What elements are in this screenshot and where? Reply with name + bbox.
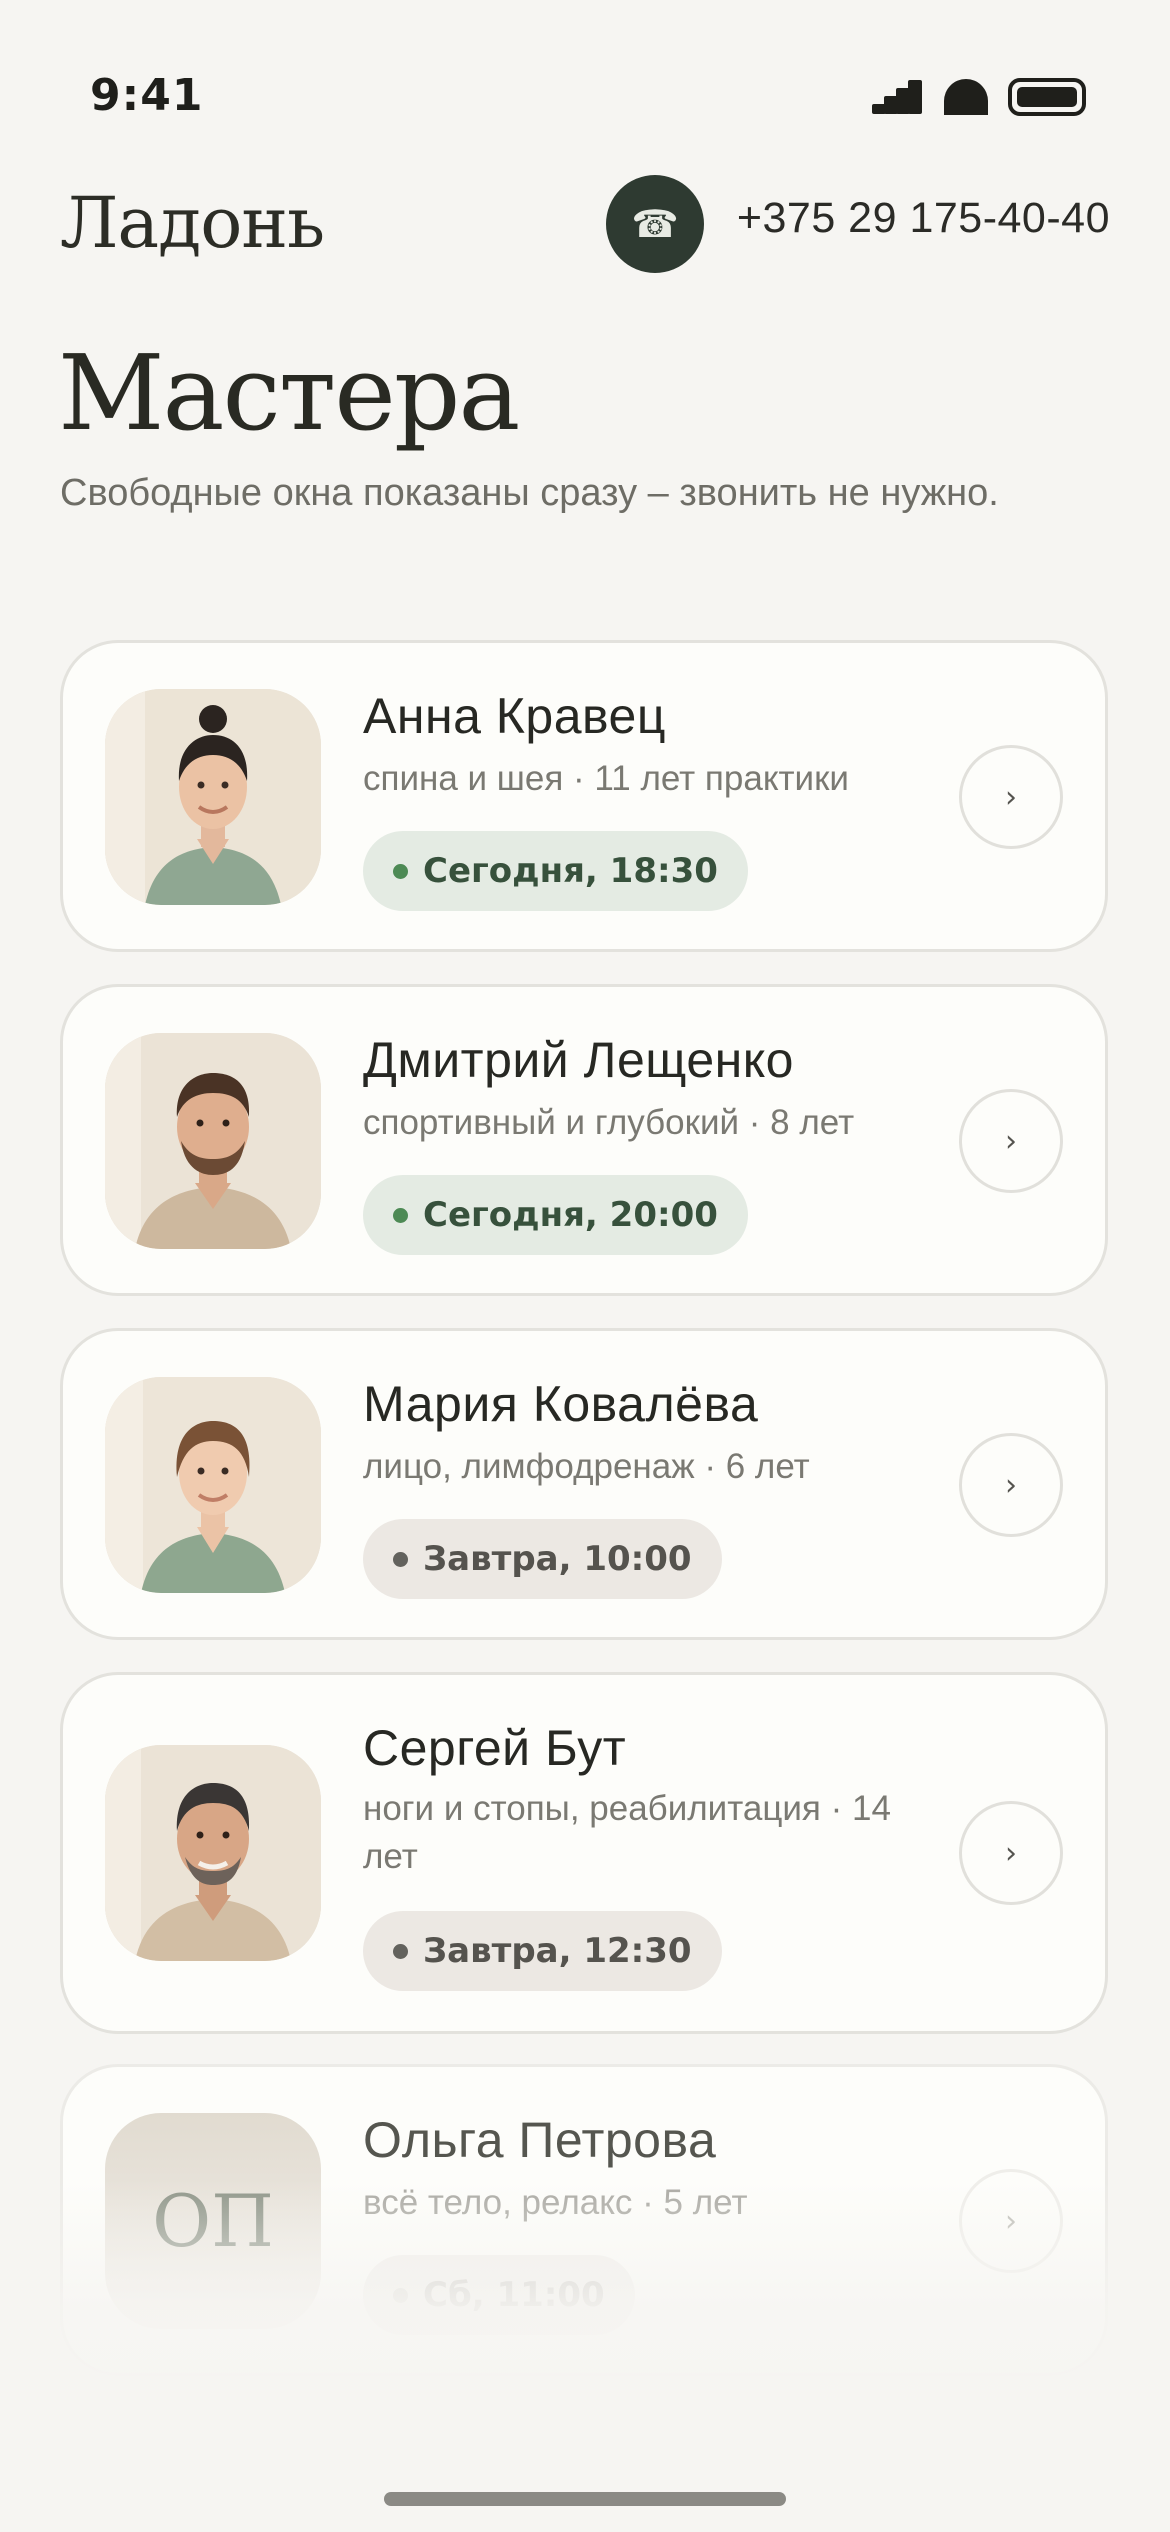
open-master-button[interactable]: › [959, 745, 1063, 849]
free-slot-label: Завтра, 12:30 [423, 1931, 692, 1971]
master-specialty: спортивный и глубокий · 8 лет [363, 1103, 855, 1142]
master-name: Ольга Петрова [363, 2112, 717, 2168]
battery-icon [1008, 78, 1086, 116]
master-specialty: лицо, лимфодренаж · 6 лет [363, 1447, 810, 1486]
chevron-right-icon: › [1005, 1467, 1017, 1503]
open-master-button[interactable]: › [959, 1433, 1063, 1537]
master-name: Мария Ковалёва [363, 1376, 759, 1432]
free-slot-label: Завтра, 10:00 [423, 1539, 692, 1579]
master-specialty: спина и шея · 11 лет практики [363, 759, 849, 798]
master-card[interactable]: Дмитрий Лещенко спортивный и глубокий · … [60, 984, 1108, 1296]
master-initials-avatar: ОП [105, 2113, 321, 2329]
status-icons [872, 78, 1086, 116]
master-name: Анна Кравец [363, 688, 666, 744]
availability-dot-icon [393, 1208, 408, 1223]
master-card[interactable]: Сергей Бут ноги и стопы, реабилитация · … [60, 1672, 1108, 2034]
free-slot-badge[interactable]: Завтра, 12:30 [363, 1911, 722, 1991]
brand-logo: Ладонь [60, 182, 325, 264]
master-photo [105, 1377, 321, 1593]
availability-dot-icon [393, 1944, 408, 1959]
master-photo [105, 1033, 321, 1249]
phone-number-link[interactable]: +375 29 175-40-40 [737, 194, 1110, 243]
free-slot-badge[interactable]: Сегодня, 20:00 [363, 1175, 748, 1255]
master-specialty: ноги и стопы, реабилитация · 14 лет [363, 1789, 891, 1876]
page-subtitle: Свободные окна показаны сразу – звонить … [60, 472, 999, 514]
master-photo [105, 1745, 321, 1961]
app-header: Ладонь ☎ +375 29 175-40-40 [60, 172, 1110, 273]
master-card[interactable]: Анна Кравец спина и шея · 11 лет практик… [60, 640, 1108, 952]
status-time: 9:41 [90, 70, 204, 121]
availability-dot-icon [393, 2288, 408, 2303]
status-bar: 9:41 [0, 0, 1170, 150]
wifi-icon [944, 79, 988, 115]
master-name: Дмитрий Лещенко [363, 1032, 794, 1088]
availability-dot-icon [393, 864, 408, 879]
master-name: Сергей Бут [363, 1720, 627, 1776]
page-title: Мастера [58, 332, 520, 454]
chevron-right-icon: › [1005, 1835, 1017, 1871]
open-master-button[interactable]: › [959, 1089, 1063, 1193]
master-card[interactable]: ОП Ольга Петрова всё тело, релакс · 5 ле… [60, 2064, 1108, 2376]
free-slot-badge[interactable]: Завтра, 10:00 [363, 1519, 722, 1599]
free-slot-badge[interactable]: Сегодня, 18:30 [363, 831, 748, 911]
chevron-right-icon: › [1005, 2203, 1017, 2239]
free-slot-label: Сб, 11:00 [423, 2275, 605, 2315]
chevron-right-icon: › [1005, 779, 1017, 815]
cellular-signal-icon [872, 80, 922, 114]
telephone-icon: ☎ [631, 202, 679, 246]
free-slot-badge[interactable]: Сб, 11:00 [363, 2255, 635, 2335]
master-specialty: всё тело, релакс · 5 лет [363, 2183, 748, 2222]
chevron-right-icon: › [1005, 1123, 1017, 1159]
free-slot-label: Сегодня, 20:00 [423, 1195, 718, 1235]
free-slot-label: Сегодня, 18:30 [423, 851, 718, 891]
availability-dot-icon [393, 1552, 408, 1567]
call-button[interactable]: ☎ [606, 175, 704, 273]
open-master-button[interactable]: › [959, 2169, 1063, 2273]
master-photo [105, 689, 321, 905]
master-card[interactable]: Мария Ковалёва лицо, лимфодренаж · 6 лет… [60, 1328, 1108, 1640]
open-master-button[interactable]: › [959, 1801, 1063, 1905]
home-indicator[interactable] [384, 2492, 786, 2506]
